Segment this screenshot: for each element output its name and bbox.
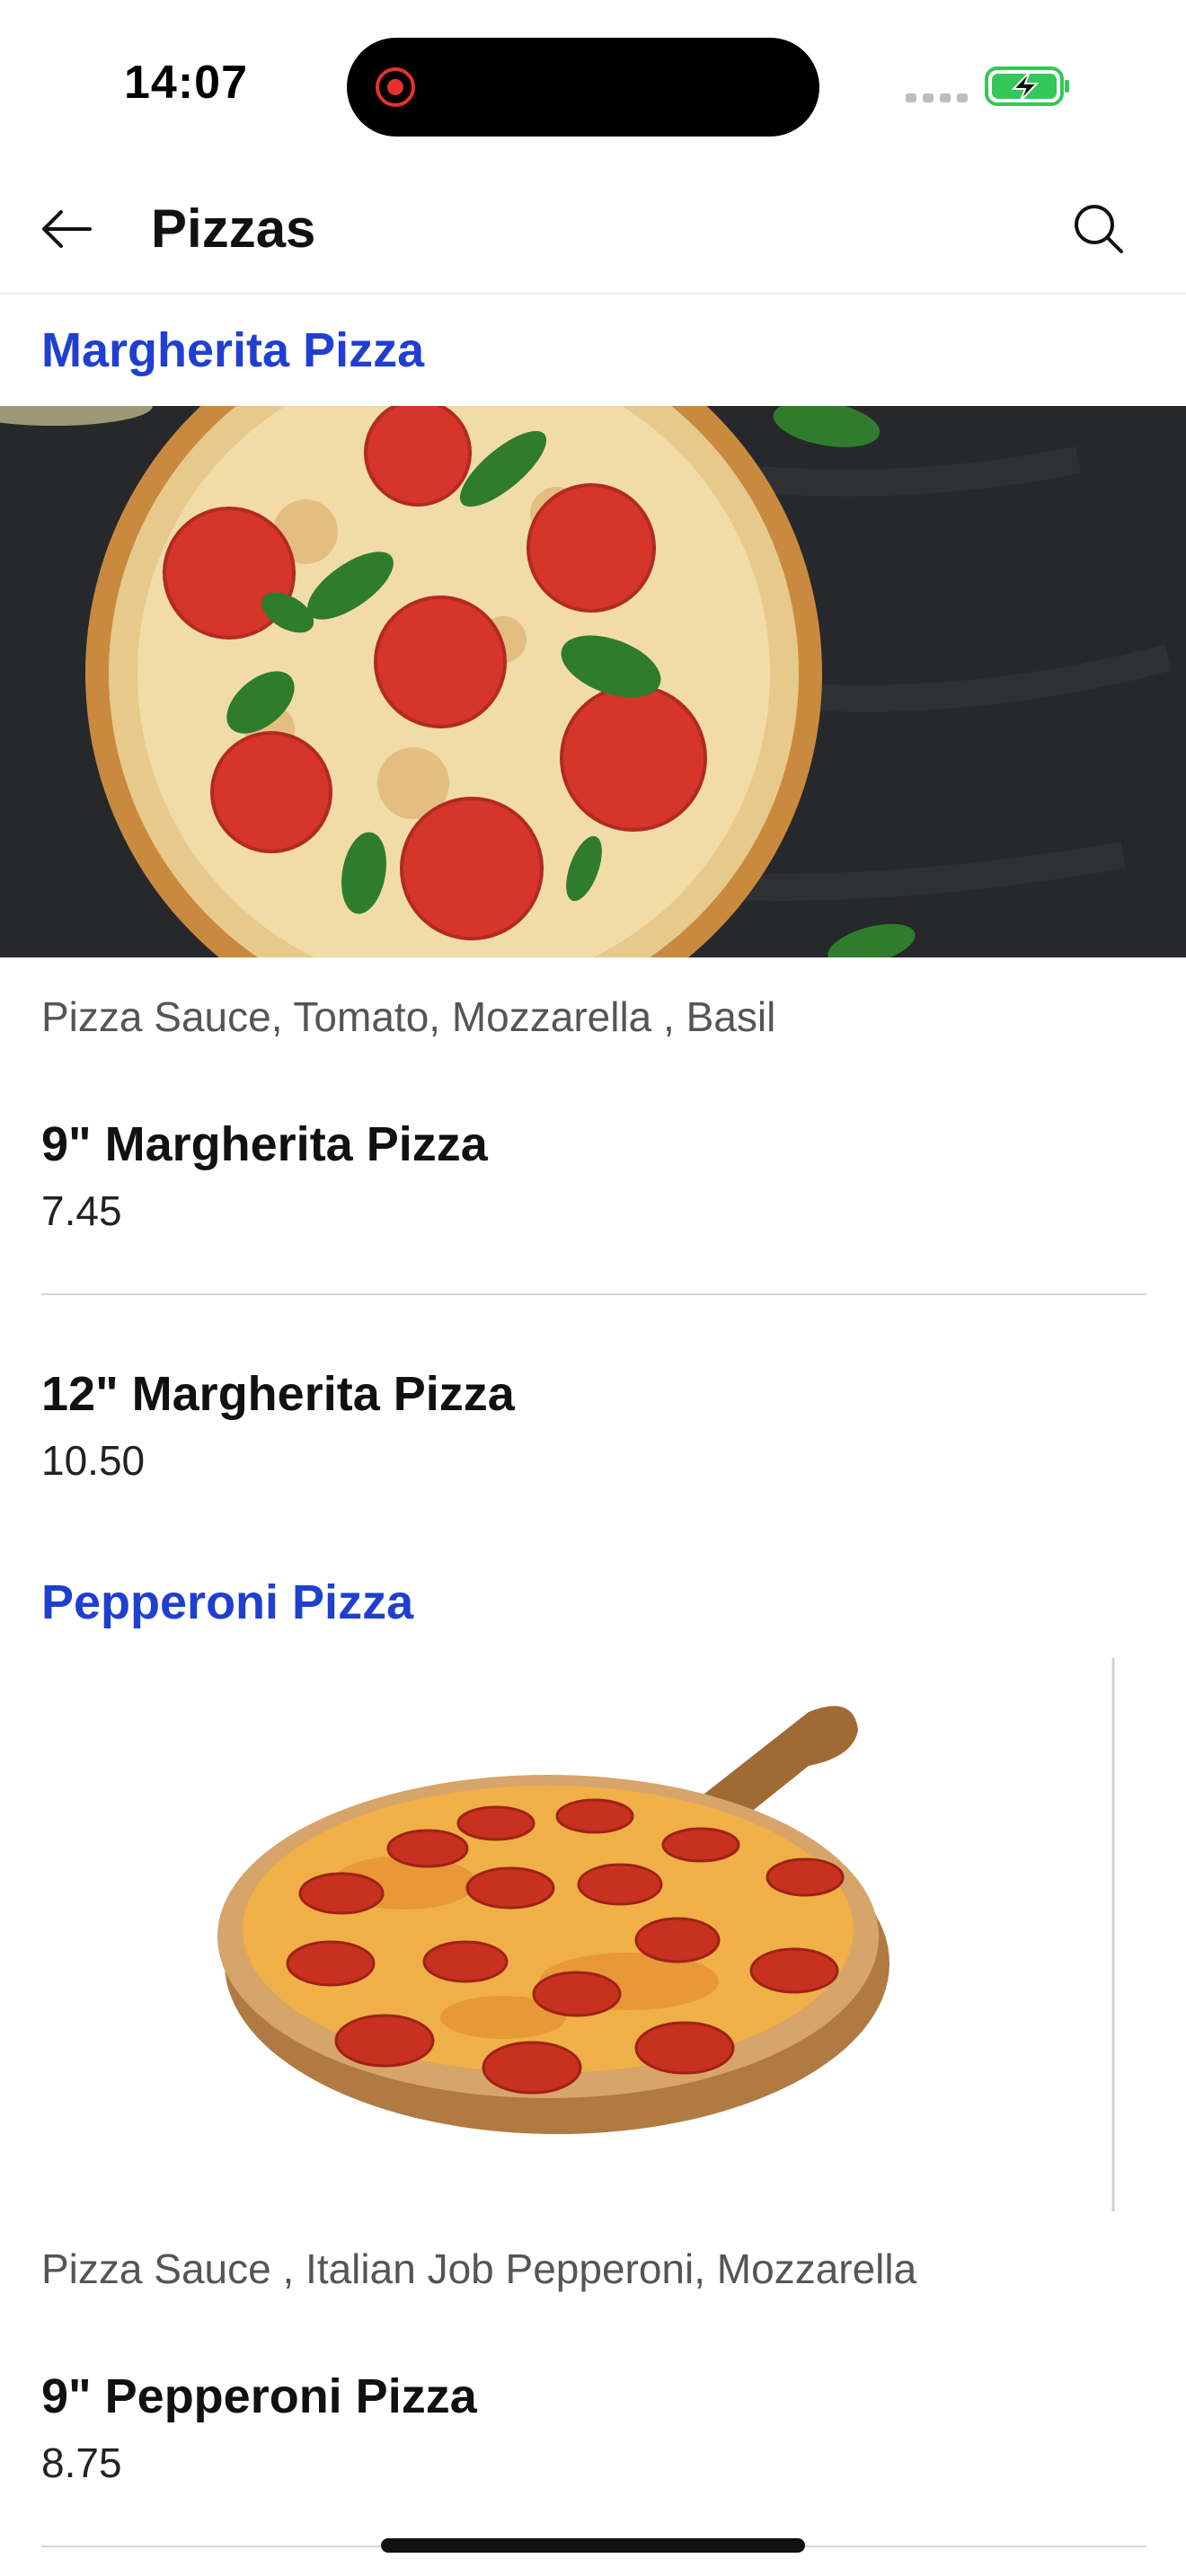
- item-price: 10.50: [41, 1437, 146, 1484]
- dynamic-island: [347, 38, 819, 137]
- pepperoni-pizza-image: [0, 1658, 1186, 2211]
- section-title-margherita: Margherita Pizza: [41, 323, 425, 377]
- menu-item-margherita-9[interactable]: 9" Margherita Pizza 7.45: [41, 1116, 1146, 1236]
- recording-indicator-icon: [376, 67, 415, 107]
- margherita-pizza-photo: [0, 406, 1186, 957]
- section-title-pepperoni: Pepperoni Pizza: [41, 1575, 414, 1629]
- pepperoni-pizza-photo: [0, 1658, 1186, 2211]
- item-name: 12" Margherita Pizza: [41, 1367, 515, 1421]
- status-bar: 14:07: [0, 0, 1186, 171]
- item-name: 9" Pepperoni Pizza: [41, 2369, 477, 2423]
- back-arrow-icon[interactable]: [36, 198, 99, 260]
- signal-icon: [906, 93, 968, 102]
- item-price: 7.45: [41, 1187, 122, 1234]
- menu-item-margherita-12[interactable]: 12" Margherita Pizza 10.50: [41, 1365, 1146, 1486]
- home-indicator[interactable]: [381, 2538, 805, 2553]
- margherita-pizza-image: [0, 406, 1186, 957]
- app-bar: Pizzas: [0, 171, 1186, 295]
- menu-item-pepperoni-9[interactable]: 9" Pepperoni Pizza 8.75: [41, 2368, 1146, 2488]
- battery-charging-icon: [985, 66, 1069, 106]
- page-title: Pizzas: [151, 198, 316, 259]
- search-icon[interactable]: [1067, 198, 1130, 260]
- pepperoni-description: Pizza Sauce , Italian Job Pepperoni, Moz…: [41, 2245, 917, 2292]
- status-time: 14:07: [124, 57, 248, 109]
- margherita-description: Pizza Sauce, Tomato, Mozzarella , Basil: [41, 993, 776, 1040]
- divider: [41, 1293, 1146, 1295]
- item-price: 8.75: [41, 2439, 122, 2486]
- item-name: 9" Margherita Pizza: [41, 1117, 488, 1171]
